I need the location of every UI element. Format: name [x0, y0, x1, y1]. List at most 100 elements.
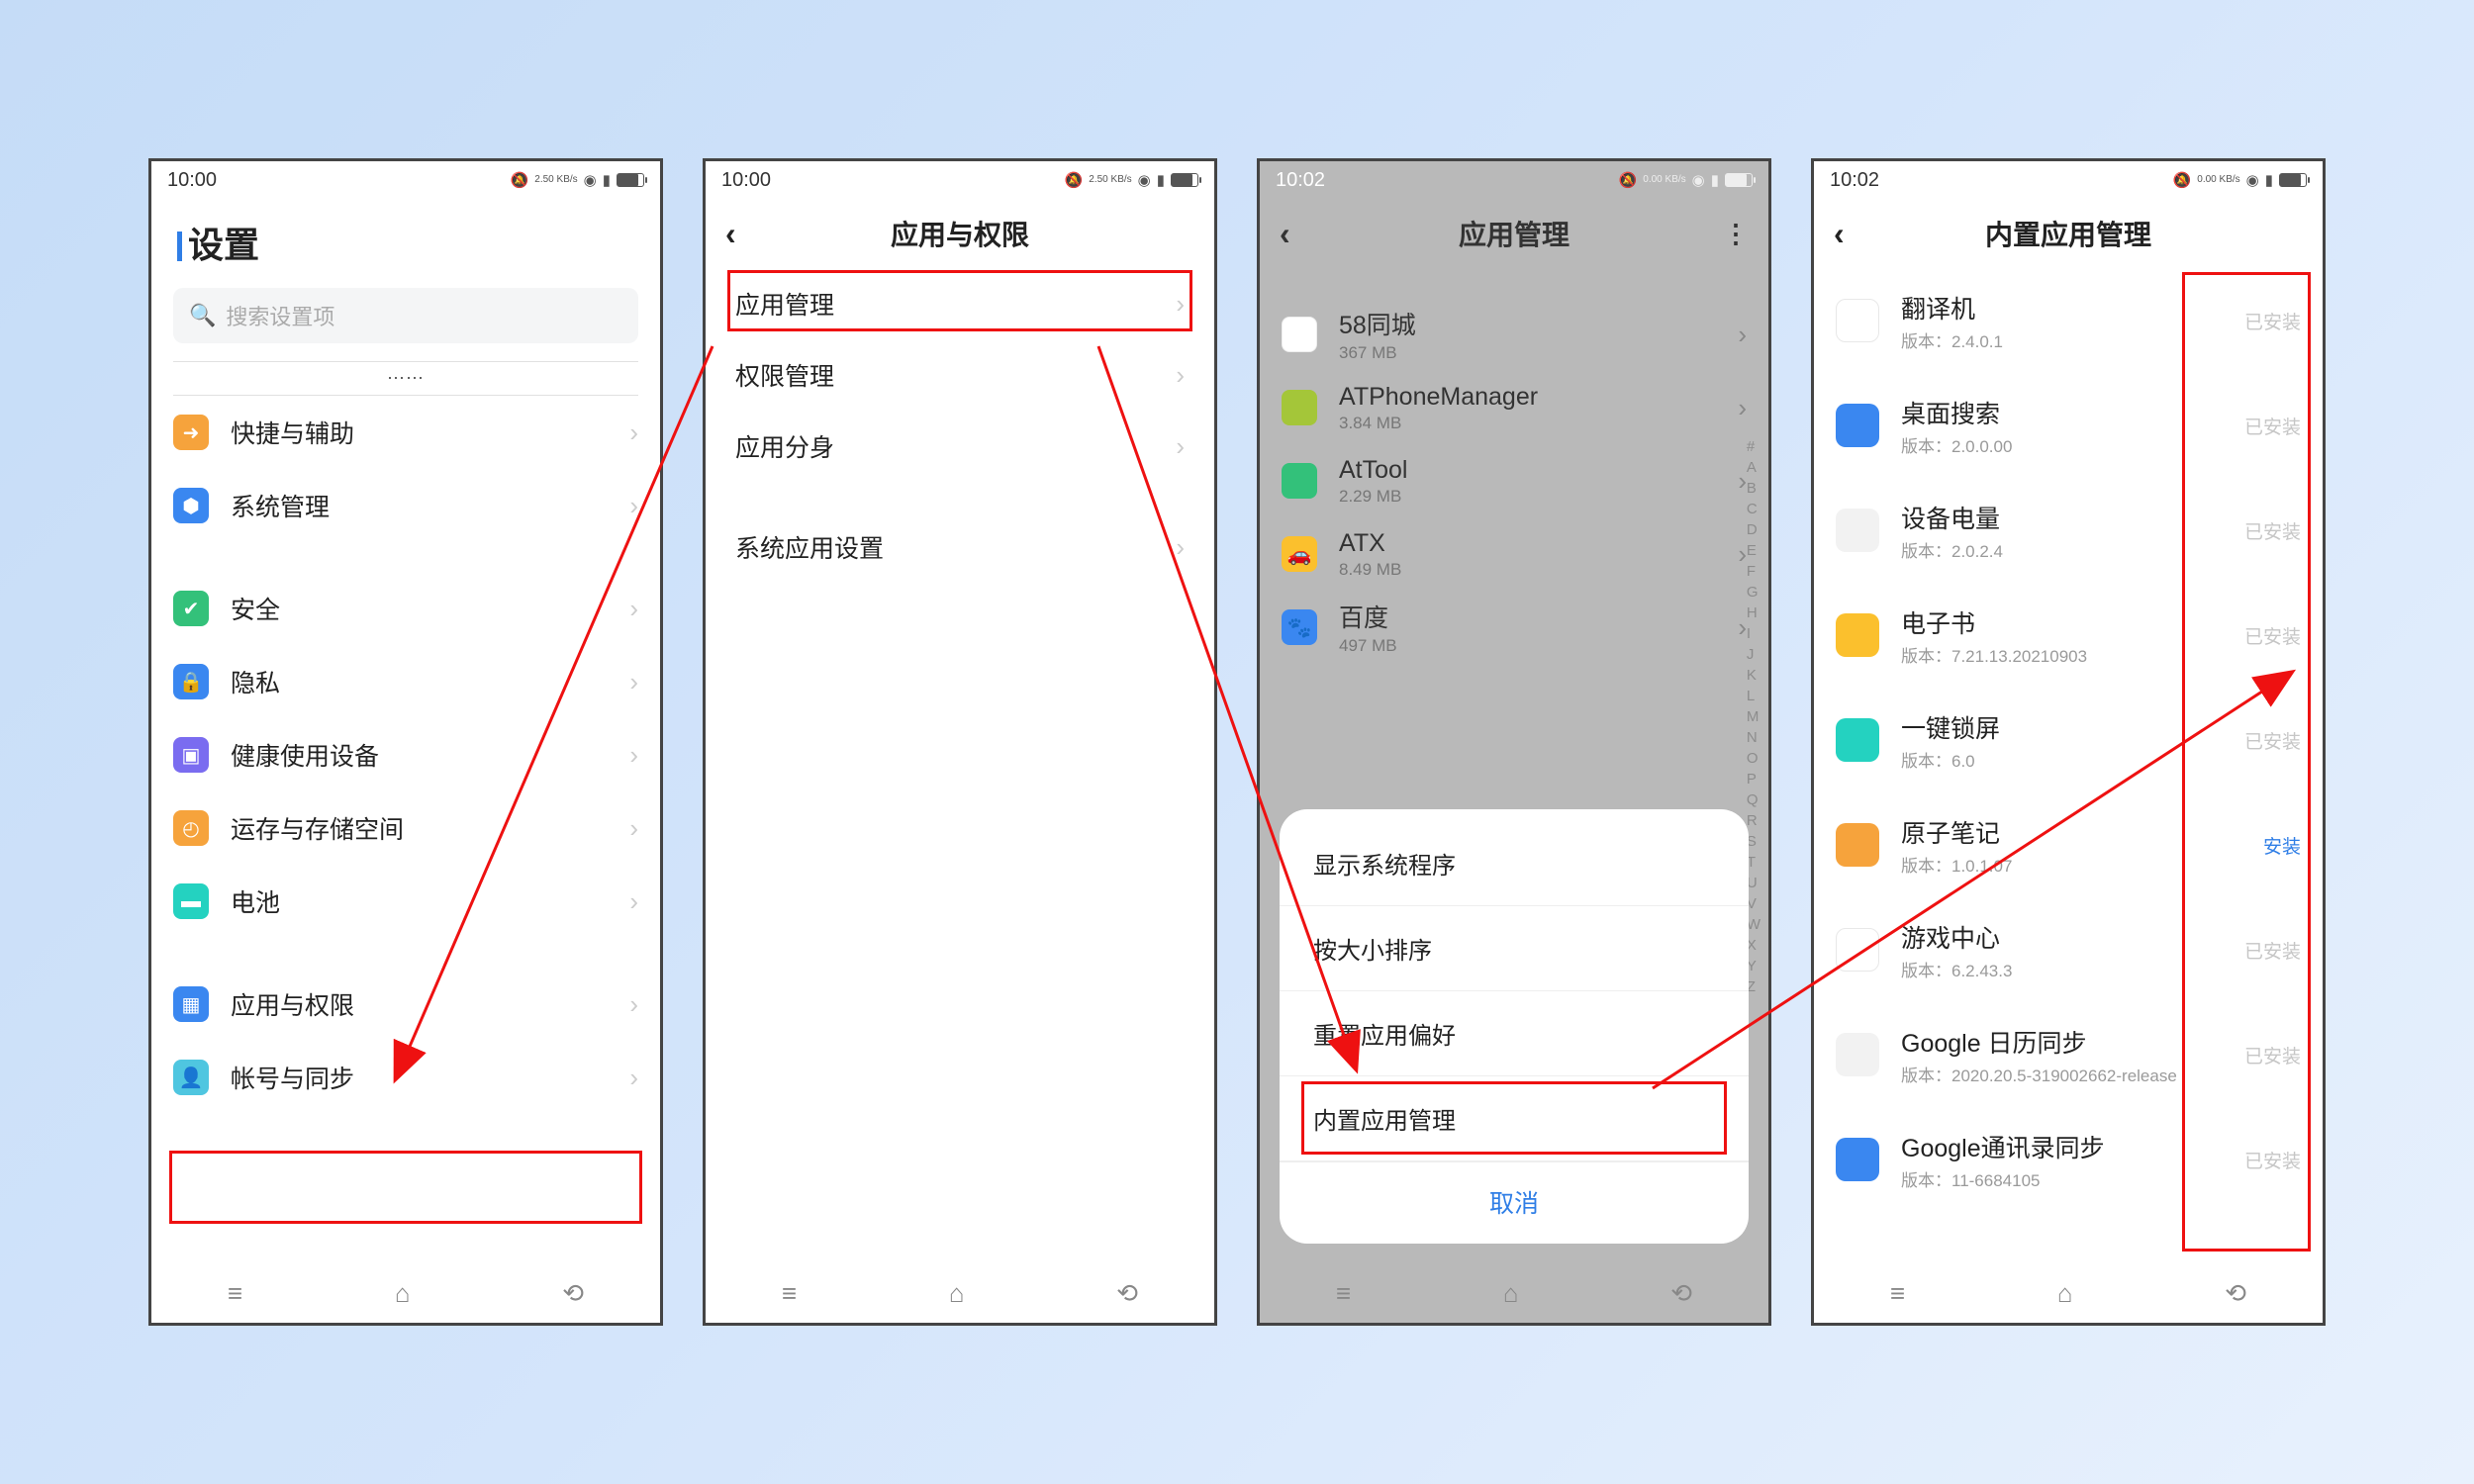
alpha-letter[interactable]: B — [1747, 480, 1760, 497]
alpha-letter[interactable]: M — [1747, 708, 1760, 725]
home-icon[interactable]: ⌂ — [949, 1278, 965, 1309]
builtin-app-row[interactable]: Google通讯录同步版本：11-6684105已安装 — [1814, 1107, 2323, 1212]
row-storage[interactable]: ◴ 运存与存储空间 › — [151, 791, 660, 865]
alpha-letter[interactable]: G — [1747, 584, 1760, 601]
alpha-letter[interactable]: A — [1747, 459, 1760, 476]
row-battery[interactable]: ▬ 电池 › — [151, 865, 660, 938]
back-button[interactable]: ‹ — [1834, 216, 1845, 252]
recents-icon[interactable]: ≡ — [1336, 1278, 1351, 1309]
app-version: 版本：6.2.43.3 — [1901, 957, 2244, 981]
back-nav-icon[interactable]: ⟲ — [562, 1278, 584, 1309]
apps-icon: ▦ — [173, 986, 209, 1022]
recents-icon[interactable]: ≡ — [782, 1278, 797, 1309]
builtin-app-row[interactable]: Google 日历同步版本：2020.20.5-319002662-releas… — [1814, 1002, 2323, 1107]
row-system-app-settings[interactable]: 系统应用设置 › — [706, 511, 1214, 583]
builtin-app-row[interactable]: 原子笔记版本：1.0.1.07安装 — [1814, 792, 2323, 897]
row-app-manage[interactable]: 应用管理 › — [706, 268, 1214, 339]
app-row[interactable]: AtTool2.29 MB › — [1260, 444, 1768, 517]
builtin-app-row[interactable]: 翻译机版本：2.4.0.1已安装 — [1814, 268, 2323, 373]
install-status: 已安装 — [2244, 937, 2301, 964]
row-perm-manage[interactable]: 权限管理 › — [706, 339, 1214, 411]
row-shortcuts[interactable]: ➜ 快捷与辅助 › — [151, 396, 660, 469]
row-app-clone[interactable]: 应用分身 › — [706, 411, 1214, 482]
app-icon: 🚗 — [1282, 536, 1317, 572]
wifi-icon: ◉ — [1138, 171, 1151, 189]
app-row[interactable]: 🐾 百度497 MB › — [1260, 591, 1768, 664]
back-nav-icon[interactable]: ⟲ — [1670, 1278, 1692, 1309]
home-icon[interactable]: ⌂ — [395, 1278, 411, 1309]
alpha-letter[interactable]: N — [1747, 729, 1760, 746]
sheet-option-builtin-apps[interactable]: 内置应用管理 — [1280, 1076, 1749, 1161]
sheet-option-reset-prefs[interactable]: 重置应用偏好 — [1280, 991, 1749, 1076]
app-row[interactable]: 🚗 ATX8.49 MB › — [1260, 517, 1768, 591]
install-status: 已安装 — [2244, 727, 2301, 754]
alpha-letter[interactable]: I — [1747, 625, 1760, 642]
row-system[interactable]: ⬢ 系统管理 › — [151, 469, 660, 542]
row-apps-perms[interactable]: ▦ 应用与权限 › — [151, 968, 660, 1041]
alpha-letter[interactable]: K — [1747, 667, 1760, 684]
row-health[interactable]: ▣ 健康使用设备 › — [151, 718, 660, 791]
alpha-letter[interactable]: # — [1747, 438, 1760, 455]
page-title: 设置 — [151, 199, 660, 288]
alpha-letter[interactable]: E — [1747, 542, 1760, 559]
battery-icon — [1725, 173, 1753, 187]
back-nav-icon[interactable]: ⟲ — [2225, 1278, 2246, 1309]
nav-bar: ≡ ⌂ ⟲ — [1260, 1263, 1768, 1323]
status-icons: 🔕 0.00 KB/s ◉ ▮ — [2173, 171, 2307, 189]
header: ‹ 内置应用管理 — [1814, 199, 2323, 268]
alpha-letter[interactable]: D — [1747, 521, 1760, 538]
search-placeholder: 搜索设置项 — [226, 300, 334, 331]
more-button[interactable]: ⋮ — [1723, 219, 1749, 249]
row-account-sync[interactable]: 👤 帐号与同步 › — [151, 1041, 660, 1114]
row-privacy[interactable]: 🔒 隐私 › — [151, 645, 660, 718]
app-row[interactable]: 58 58同城367 MB › — [1260, 298, 1768, 371]
alpha-letter[interactable]: O — [1747, 750, 1760, 767]
builtin-app-row[interactable]: 一键锁屏版本：6.0已安装 — [1814, 688, 2323, 792]
chevron-right-icon: › — [629, 667, 638, 697]
header-title: 应用管理 — [1260, 214, 1768, 253]
app-name: 翻译机 — [1901, 290, 2244, 325]
home-icon[interactable]: ⌂ — [2057, 1278, 2073, 1309]
screen-builtin-apps: 10:02 🔕 0.00 KB/s ◉ ▮ ‹ 内置应用管理 翻译机版本：2.4… — [1811, 158, 2326, 1326]
home-icon[interactable]: ⌂ — [1503, 1278, 1519, 1309]
app-version: 版本：2.0.0.00 — [1901, 432, 2244, 457]
builtin-app-row[interactable]: 游戏中心版本：6.2.43.3已安装 — [1814, 897, 2323, 1002]
app-row[interactable]: ATPhoneManager3.84 MB › — [1260, 371, 1768, 444]
alpha-letter[interactable]: J — [1747, 646, 1760, 663]
back-button[interactable]: ‹ — [1280, 216, 1290, 252]
back-nav-icon[interactable]: ⟲ — [1116, 1278, 1138, 1309]
alpha-letter[interactable]: H — [1747, 604, 1760, 621]
nav-bar: ≡ ⌂ ⟲ — [706, 1263, 1214, 1323]
row-security[interactable]: ✔ 安全 › — [151, 572, 660, 645]
mute-icon: 🔕 — [1619, 171, 1638, 189]
chevron-right-icon: › — [629, 594, 638, 624]
chevron-right-icon: › — [1176, 289, 1185, 320]
status-icons: 🔕 2.50 KB/s ◉ ▮ — [1065, 171, 1198, 189]
back-button[interactable]: ‹ — [725, 216, 736, 252]
status-bar: 10:00 🔕 2.50 KB/s ◉ ▮ — [151, 161, 660, 199]
search-input[interactable]: 🔍 搜索设置项 — [173, 288, 638, 343]
sheet-option-sort-size[interactable]: 按大小排序 — [1280, 906, 1749, 991]
chevron-right-icon: › — [629, 1063, 638, 1093]
alpha-letter[interactable]: L — [1747, 688, 1760, 704]
sheet-cancel[interactable]: 取消 — [1280, 1161, 1749, 1238]
install-status[interactable]: 安装 — [2263, 832, 2301, 859]
chevron-right-icon: › — [1176, 431, 1185, 462]
recents-icon[interactable]: ≡ — [228, 1278, 242, 1309]
account-icon: 👤 — [173, 1060, 209, 1095]
alpha-letter[interactable]: P — [1747, 771, 1760, 788]
status-icons: 🔕 2.50 KB/s ◉ ▮ — [511, 171, 644, 189]
alpha-letter[interactable]: Q — [1747, 791, 1760, 808]
battery-row-icon: ▬ — [173, 883, 209, 919]
app-icon — [1836, 1138, 1879, 1181]
recents-icon[interactable]: ≡ — [1890, 1278, 1905, 1309]
builtin-app-row[interactable]: 桌面搜索版本：2.0.0.00已安装 — [1814, 373, 2323, 478]
alpha-letter[interactable]: C — [1747, 501, 1760, 517]
alpha-letter[interactable]: F — [1747, 563, 1760, 580]
status-bar: 10:00 🔕 2.50 KB/s ◉ ▮ — [706, 161, 1214, 199]
builtin-app-row[interactable]: 设备电量版本：2.0.2.4已安装 — [1814, 478, 2323, 583]
clock: 10:00 — [167, 169, 217, 192]
mute-icon: 🔕 — [1065, 171, 1084, 189]
sheet-option-show-system[interactable]: 显示系统程序 — [1280, 821, 1749, 906]
builtin-app-row[interactable]: 电子书版本：7.21.13.20210903已安装 — [1814, 583, 2323, 688]
